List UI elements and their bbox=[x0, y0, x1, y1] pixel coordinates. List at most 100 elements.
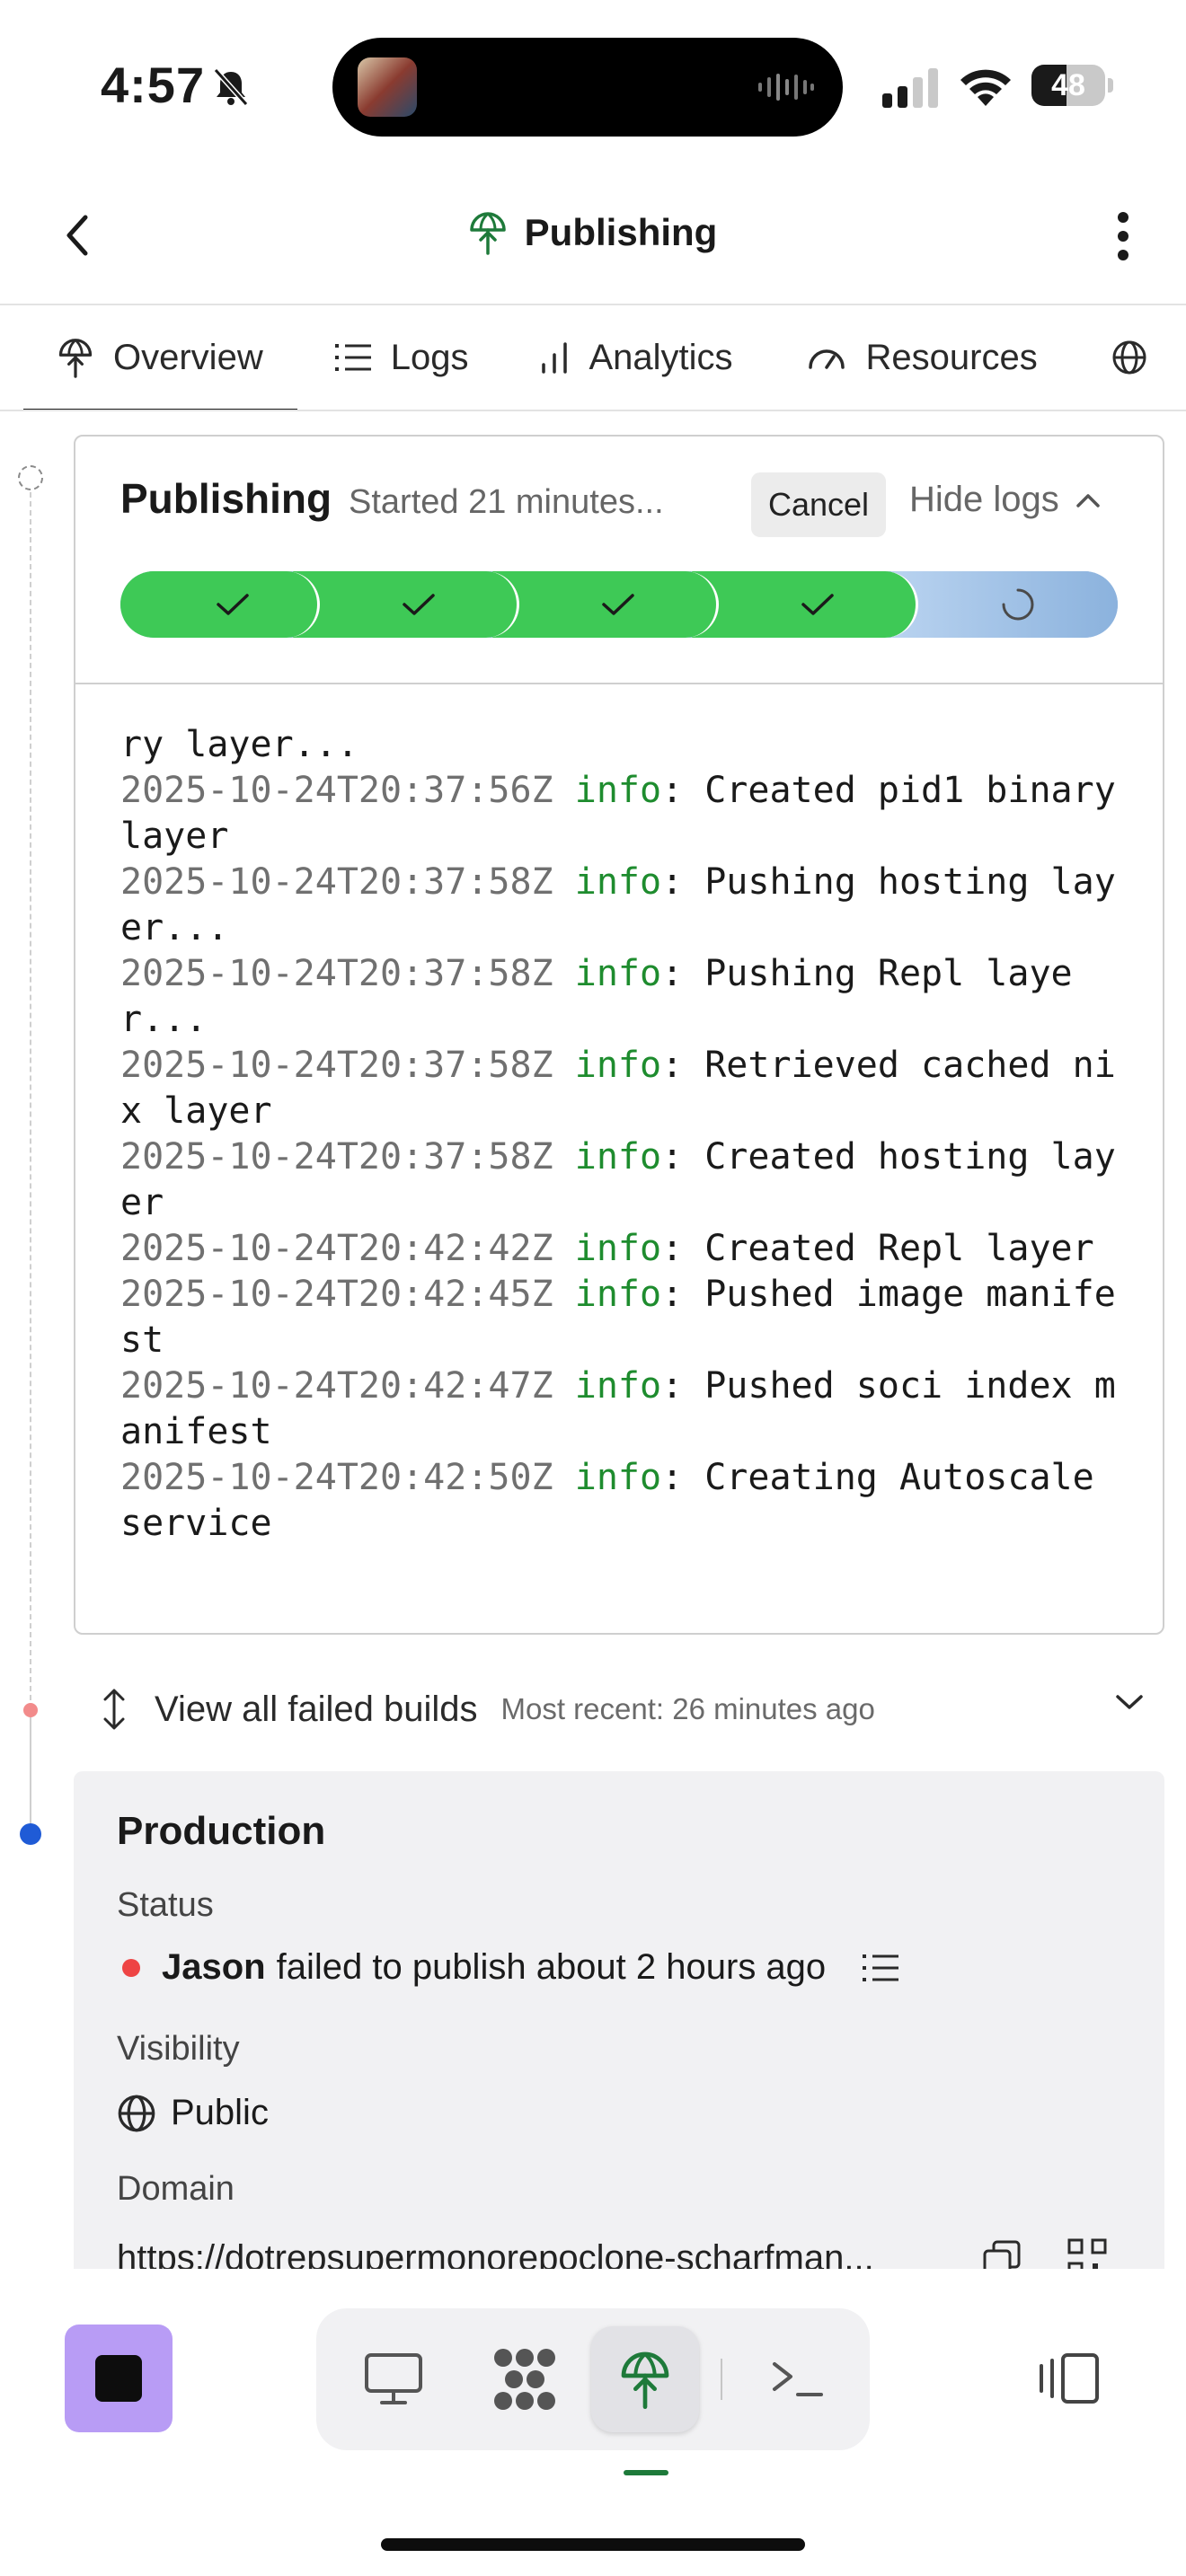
log-line: 2025-10-24T20:42:42Z info: Created Repl … bbox=[120, 1226, 1136, 1272]
log-line: 2025-10-24T20:42:47Z info: Pushed soci i… bbox=[120, 1363, 1136, 1455]
check-icon bbox=[402, 594, 435, 615]
apps-tool-button[interactable] bbox=[471, 2326, 579, 2432]
publishing-started-text: Started 21 minutes... bbox=[349, 483, 664, 521]
check-icon bbox=[601, 594, 634, 615]
log-line: ry layer... bbox=[120, 722, 1136, 768]
log-level: info bbox=[574, 1228, 662, 1269]
log-level: info bbox=[574, 1045, 662, 1086]
publish-icon bbox=[58, 339, 93, 378]
audio-waveform-icon bbox=[758, 74, 814, 101]
hide-logs-button[interactable]: Hide logs bbox=[909, 480, 1101, 520]
tab-bar: Overview Logs Analytics Resources bbox=[0, 305, 1186, 411]
gauge-icon bbox=[808, 349, 845, 369]
status-time: 4:57 bbox=[101, 57, 206, 113]
page-title: Publishing bbox=[524, 211, 718, 253]
log-level: info bbox=[574, 1365, 662, 1407]
progress-step-complete bbox=[692, 571, 918, 638]
timeline-dot-production bbox=[20, 1823, 41, 1845]
list-icon bbox=[334, 344, 371, 371]
preview-tool-button[interactable] bbox=[340, 2326, 447, 2432]
status-user: Jason bbox=[162, 1947, 266, 1987]
page-header: Publishing bbox=[0, 171, 1186, 305]
tab-domains[interactable] bbox=[1074, 305, 1147, 410]
log-timestamp: 2025-10-24T20:42:45Z bbox=[120, 1274, 553, 1315]
publishing-card-header: Publishing Started 21 minutes... Cancel … bbox=[75, 437, 1163, 684]
tab-overview[interactable]: Overview bbox=[23, 305, 297, 410]
log-message: ry layer... bbox=[120, 724, 358, 765]
battery-indicator: 48 bbox=[1031, 65, 1113, 106]
wifi-icon bbox=[960, 69, 1011, 106]
timeline-line bbox=[30, 1711, 31, 1832]
log-line: 2025-10-24T20:42:50Z info: Creating Auto… bbox=[120, 1455, 1136, 1547]
header-title-group: Publishing bbox=[0, 210, 1186, 255]
visibility-label: Visibility bbox=[117, 2030, 240, 2068]
cellular-signal-icon bbox=[882, 68, 938, 108]
hide-logs-label: Hide logs bbox=[909, 480, 1059, 519]
more-options-button[interactable] bbox=[1096, 205, 1150, 268]
progress-step-complete bbox=[120, 571, 320, 638]
log-timestamp: 2025-10-24T20:37:58Z bbox=[120, 861, 553, 903]
home-indicator[interactable] bbox=[381, 2538, 805, 2551]
status-bar: 4:57 48 bbox=[0, 0, 1186, 171]
stop-button[interactable] bbox=[65, 2325, 173, 2432]
tool-dock bbox=[316, 2308, 870, 2450]
log-timestamp: 2025-10-24T20:37:58Z bbox=[120, 1136, 553, 1178]
most-recent-failed-text: Most recent: 26 minutes ago bbox=[500, 1692, 875, 1725]
log-level: info bbox=[574, 1274, 662, 1315]
dynamic-island[interactable] bbox=[332, 38, 843, 137]
log-line: 2025-10-24T20:42:45Z info: Pushed image … bbox=[120, 1272, 1136, 1363]
battery-level: 48 bbox=[1051, 68, 1085, 102]
tab-resources[interactable]: Resources bbox=[769, 305, 1074, 410]
bell-muted-icon bbox=[213, 67, 249, 107]
split-view-button[interactable] bbox=[1033, 2342, 1105, 2414]
production-status: Jason failed to publish about 2 hours ag… bbox=[117, 1947, 899, 1988]
log-timestamp: 2025-10-24T20:37:58Z bbox=[120, 1045, 553, 1086]
tab-logs[interactable]: Logs bbox=[297, 305, 505, 410]
tab-label: Overview bbox=[113, 337, 263, 377]
terminal-icon bbox=[773, 2362, 823, 2396]
sort-arrows-icon bbox=[103, 1689, 125, 1730]
tab-analytics[interactable]: Analytics bbox=[504, 305, 768, 410]
publishing-card: Publishing Started 21 minutes... Cancel … bbox=[74, 435, 1164, 1635]
chevron-up-icon bbox=[1076, 493, 1100, 507]
log-line: 2025-10-24T20:37:58Z info: Created hosti… bbox=[120, 1134, 1136, 1226]
log-level: info bbox=[574, 770, 662, 811]
log-level: info bbox=[574, 953, 662, 994]
tiles-icon bbox=[494, 2349, 555, 2410]
publish-icon bbox=[621, 2351, 669, 2409]
log-timestamp: 2025-10-24T20:37:56Z bbox=[120, 770, 553, 811]
publishing-tool-button[interactable] bbox=[591, 2326, 699, 2432]
check-icon bbox=[801, 594, 834, 615]
globe-icon bbox=[1112, 340, 1146, 375]
stop-icon bbox=[95, 2355, 142, 2402]
log-line: 2025-10-24T20:37:58Z info: Retrieved cac… bbox=[120, 1043, 1136, 1134]
build-log: ry layer... 2025-10-24T20:37:56Z info: Cr… bbox=[120, 722, 1136, 1547]
view-failed-builds-row[interactable]: View all failed builds Most recent: 26 m… bbox=[74, 1672, 1164, 1746]
spinner-icon bbox=[1002, 588, 1034, 621]
split-view-icon bbox=[1040, 2353, 1099, 2404]
publish-progress-bar bbox=[120, 571, 1118, 638]
tab-label: Analytics bbox=[589, 337, 733, 377]
bottom-toolbar bbox=[0, 2269, 1186, 2576]
visibility-value-group: Public bbox=[117, 2093, 269, 2133]
status-failed-dot bbox=[122, 1958, 140, 1977]
log-level: info bbox=[574, 1136, 662, 1178]
check-icon bbox=[216, 594, 249, 615]
publish-icon bbox=[469, 212, 506, 255]
more-vertical-icon bbox=[1118, 212, 1128, 260]
progress-step-complete bbox=[293, 571, 519, 638]
tab-label: Resources bbox=[865, 337, 1038, 377]
now-playing-thumbnail bbox=[358, 57, 417, 117]
tab-label: Logs bbox=[390, 337, 469, 377]
log-timestamp: 2025-10-24T20:37:58Z bbox=[120, 953, 553, 994]
timeline-dot-in-progress bbox=[18, 465, 43, 490]
dock-separator bbox=[721, 2359, 722, 2400]
active-tool-indicator bbox=[624, 2470, 668, 2475]
status-text: failed to publish about 2 hours ago bbox=[276, 1947, 827, 1987]
view-logs-icon[interactable] bbox=[862, 1953, 899, 1983]
shell-tool-button[interactable] bbox=[744, 2326, 852, 2432]
timeline-line bbox=[30, 492, 31, 1709]
status-label: Status bbox=[117, 1886, 214, 1924]
cancel-button[interactable]: Cancel bbox=[751, 472, 886, 537]
chevron-down-icon[interactable] bbox=[1114, 1692, 1145, 1712]
